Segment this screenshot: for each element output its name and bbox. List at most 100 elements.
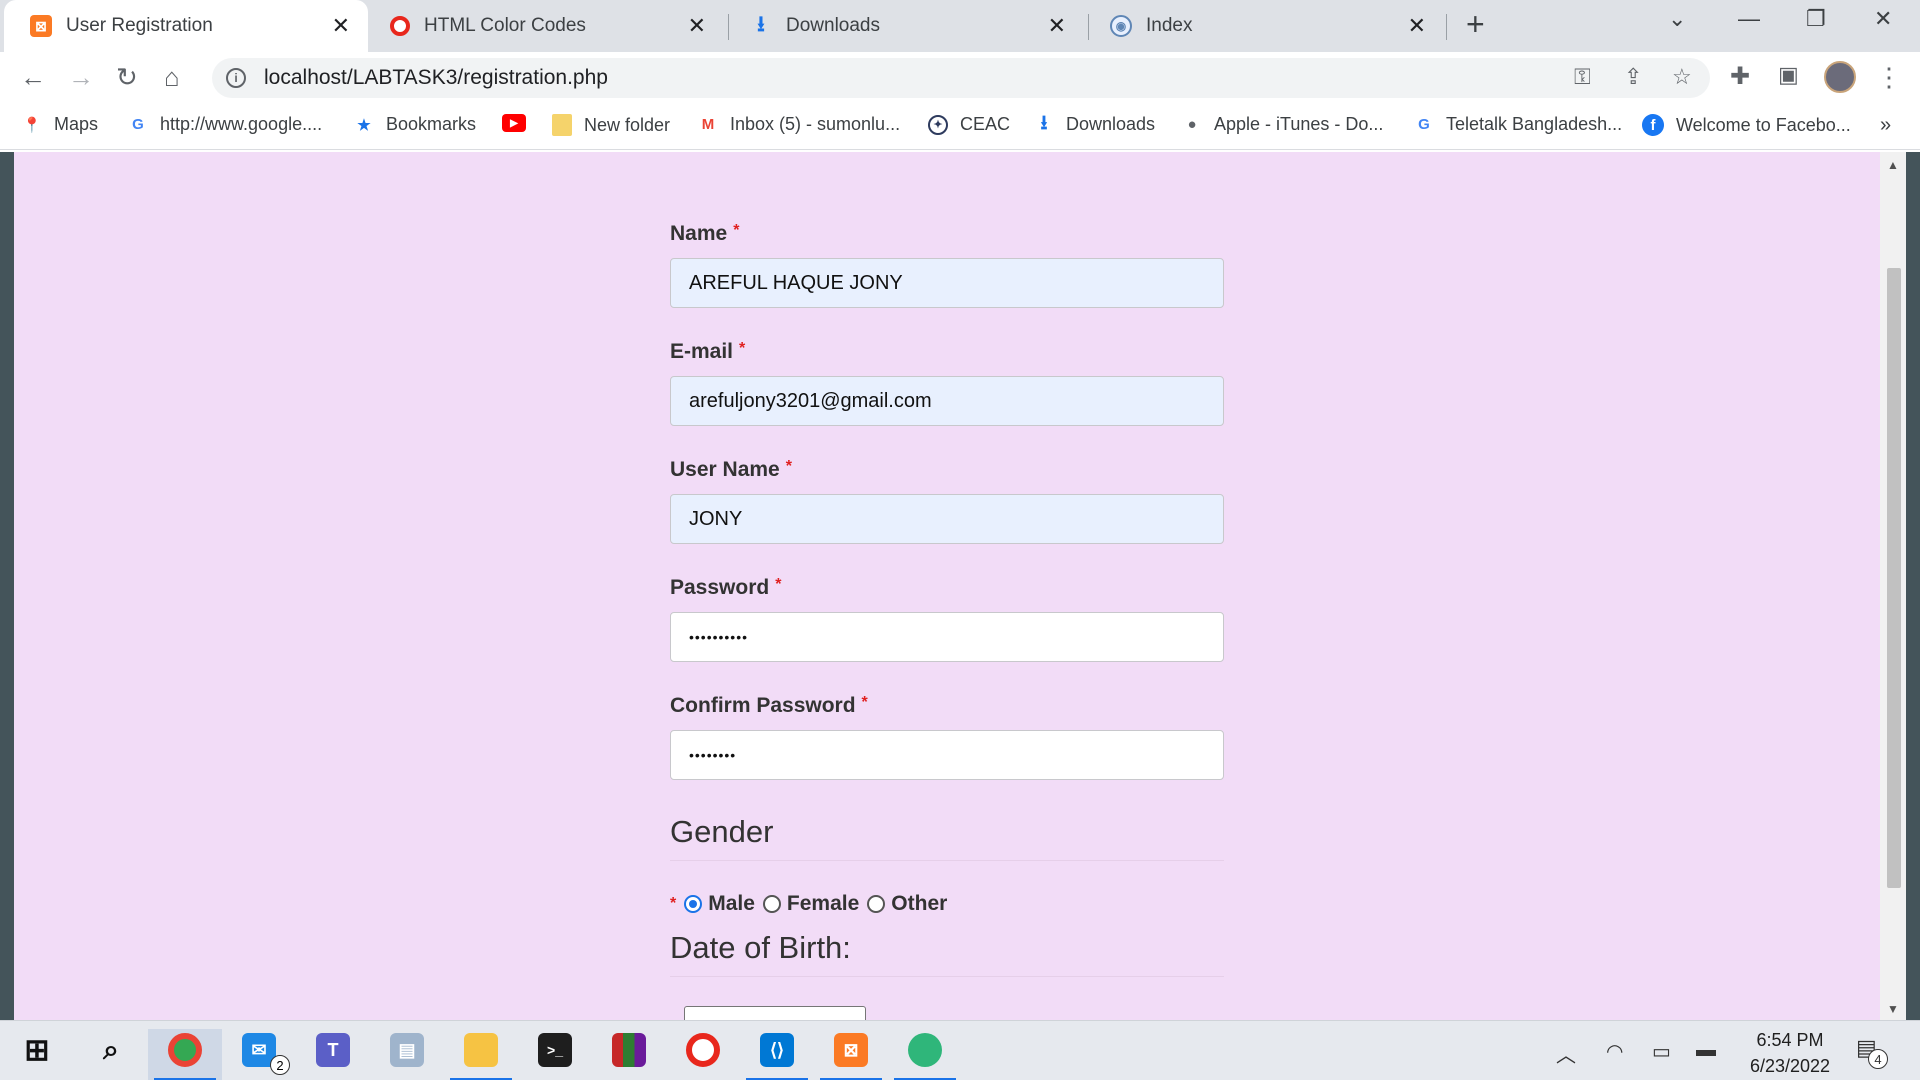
- download-icon: ⭳: [1040, 111, 1048, 134]
- url-text[interactable]: localhost/LABTASK3/registration.php: [264, 66, 608, 90]
- tab-downloads[interactable]: ⭳ Downloads ✕: [724, 0, 1084, 52]
- bookmark-item[interactable]: 📍 Maps: [22, 114, 98, 135]
- opera-icon[interactable]: [666, 1029, 740, 1080]
- gender-female-radio[interactable]: [762, 895, 781, 913]
- close-tab-icon[interactable]: ✕: [688, 13, 706, 39]
- edge-logo-icon: [908, 1033, 942, 1067]
- back-arrow-icon[interactable]: ←: [20, 62, 46, 93]
- bookmark-item[interactable]: G Teletalk Bangladesh...: [1414, 114, 1622, 135]
- meet-camera-icon[interactable]: ▭: [1652, 1039, 1671, 1064]
- bookmark-item[interactable]: ● Apple - iTunes - Do...: [1182, 114, 1383, 135]
- bookmark-item[interactable]: ✦ CEAC: [928, 114, 1010, 135]
- scroll-down-icon[interactable]: ▼: [1887, 1002, 1899, 1016]
- edge-icon[interactable]: [888, 1029, 962, 1080]
- opera-logo-icon: [686, 1033, 720, 1067]
- page-viewport: Name * AREFUL HAQUE JONY E-mail * arefuljo…: [0, 152, 1920, 1036]
- network-computer-icon[interactable]: ▤: [370, 1029, 444, 1080]
- key-icon[interactable]: ⚿: [1574, 64, 1591, 90]
- bookmark-label: Maps: [54, 114, 99, 134]
- address-bar[interactable]: i localhost/LABTASK3/registration.php ⚿ …: [212, 58, 1710, 98]
- site-info-icon[interactable]: i: [226, 68, 246, 88]
- gender-other-label[interactable]: Other: [891, 892, 947, 916]
- page-body: Name * AREFUL HAQUE JONY E-mail * arefuljo…: [14, 152, 1880, 1036]
- battery-icon[interactable]: ▬: [1696, 1039, 1716, 1062]
- globe-icon: ◉: [1110, 15, 1132, 37]
- restore-icon[interactable]: ❐: [1806, 6, 1826, 32]
- tab-html-color-codes[interactable]: HTML Color Codes ✕: [364, 0, 724, 52]
- winrar-icon[interactable]: [592, 1029, 666, 1080]
- notification-center-icon[interactable]: ▤ 4: [1856, 1035, 1888, 1069]
- teams-icon[interactable]: T: [296, 1029, 370, 1080]
- show-hidden-icons-chevron-icon[interactable]: ︿: [1556, 1039, 1576, 1068]
- vscode-icon[interactable]: ⟨⟩: [740, 1029, 814, 1080]
- bookmark-item[interactable]: ▶: [502, 114, 538, 132]
- mail-icon[interactable]: ✉ 2: [222, 1029, 296, 1080]
- bookmark-star-icon[interactable]: ☆: [1672, 64, 1692, 90]
- reload-icon[interactable]: ↻: [116, 62, 138, 93]
- bookmark-item[interactable]: ⭳ Downloads: [1034, 111, 1156, 135]
- close-tab-icon[interactable]: ✕: [332, 13, 350, 39]
- forward-arrow-icon[interactable]: →: [68, 62, 94, 93]
- label-text: User Name: [670, 458, 780, 481]
- username-field[interactable]: JONY: [670, 494, 1224, 544]
- mail-badge: 2: [270, 1055, 290, 1075]
- minimize-icon[interactable]: —: [1738, 6, 1760, 32]
- password-label: Password *: [670, 576, 781, 600]
- close-tab-icon[interactable]: ✕: [1048, 13, 1066, 39]
- vertical-scrollbar[interactable]: ▲ ▼: [1880, 152, 1906, 1020]
- xampp-icon[interactable]: ⊠: [814, 1029, 888, 1080]
- windows-start-icon[interactable]: ⊞: [0, 1029, 74, 1080]
- terminal-icon[interactable]: >_: [518, 1029, 592, 1080]
- label-text: Confirm Password: [670, 694, 856, 717]
- close-window-icon[interactable]: ✕: [1874, 6, 1892, 32]
- gender-male-label[interactable]: Male: [708, 892, 755, 916]
- google-icon: G: [132, 116, 144, 133]
- tab-index[interactable]: ◉ Index ✕: [1084, 0, 1444, 52]
- gender-other-radio[interactable]: [867, 895, 886, 913]
- confirm-password-field[interactable]: ••••••••: [670, 730, 1224, 780]
- bookmark-item[interactable]: New folder: [552, 114, 670, 136]
- computer-icon: ▤: [390, 1033, 424, 1067]
- password-field[interactable]: ••••••••••: [670, 612, 1224, 662]
- name-value: AREFUL HAQUE JONY: [689, 271, 903, 294]
- gender-radio-group: * Male Female Other: [670, 892, 947, 916]
- side-panel-icon[interactable]: ▣: [1778, 62, 1799, 88]
- archive-icon: [612, 1033, 646, 1067]
- home-icon[interactable]: ⌂: [164, 62, 180, 93]
- system-clock[interactable]: 6:54 PM 6/23/2022: [1740, 1027, 1840, 1079]
- name-field[interactable]: AREFUL HAQUE JONY: [670, 258, 1224, 308]
- wifi-icon[interactable]: ◠: [1606, 1039, 1623, 1064]
- chrome-logo-icon: [168, 1033, 202, 1067]
- bookmark-item[interactable]: f Welcome to Facebo...: [1642, 114, 1851, 136]
- tab-user-registration[interactable]: ⊠ User Registration ✕: [4, 0, 368, 52]
- profile-avatar[interactable]: [1824, 61, 1856, 93]
- bookmark-item[interactable]: M Inbox (5) - sumonlu...: [698, 114, 900, 135]
- tab-search-icon[interactable]: ⌄: [1668, 6, 1686, 32]
- browser-toolbar: ← → ↻ ⌂ i localhost/LABTASK3/registratio…: [0, 52, 1920, 102]
- bookmarks-overflow-button[interactable]: »: [1880, 114, 1891, 137]
- share-icon[interactable]: ⇪: [1624, 64, 1642, 90]
- new-tab-button[interactable]: +: [1466, 6, 1485, 43]
- console-icon: >_: [538, 1033, 572, 1067]
- gender-male-radio[interactable]: [684, 895, 703, 913]
- menu-kebab-icon[interactable]: ⋮: [1876, 62, 1902, 93]
- folder-icon: [464, 1033, 498, 1067]
- gender-female-label[interactable]: Female: [787, 892, 859, 916]
- download-icon: ⭳: [757, 11, 765, 36]
- windows-taskbar: ⊞ ⌕ ✉ 2 T ▤ >_ ⟨⟩ ⊠ ︿ ◠ ▭ ▬ 6:54 PM 6/23…: [0, 1020, 1920, 1080]
- email-field[interactable]: arefuljony3201@gmail.com: [670, 376, 1224, 426]
- extensions-icon[interactable]: ✚: [1730, 62, 1750, 91]
- bookmark-label: Bookmarks: [386, 114, 477, 134]
- scroll-up-icon[interactable]: ▲: [1887, 158, 1899, 172]
- bookmark-item[interactable]: G http://www.google....: [128, 114, 322, 135]
- windows-logo-icon: ⊞: [24, 1033, 50, 1067]
- close-tab-icon[interactable]: ✕: [1408, 13, 1426, 39]
- chrome-icon[interactable]: [148, 1029, 222, 1080]
- bookmark-item[interactable]: ★ Bookmarks: [354, 114, 476, 135]
- bookmarks-bar: 📍 Maps G http://www.google.... ★ Bookmar…: [0, 102, 1920, 150]
- password-value: ••••••••••: [689, 629, 749, 645]
- tab-title: Downloads: [786, 15, 880, 36]
- file-explorer-icon[interactable]: [444, 1029, 518, 1080]
- scrollbar-thumb[interactable]: [1887, 268, 1901, 888]
- search-icon[interactable]: ⌕: [74, 1029, 148, 1080]
